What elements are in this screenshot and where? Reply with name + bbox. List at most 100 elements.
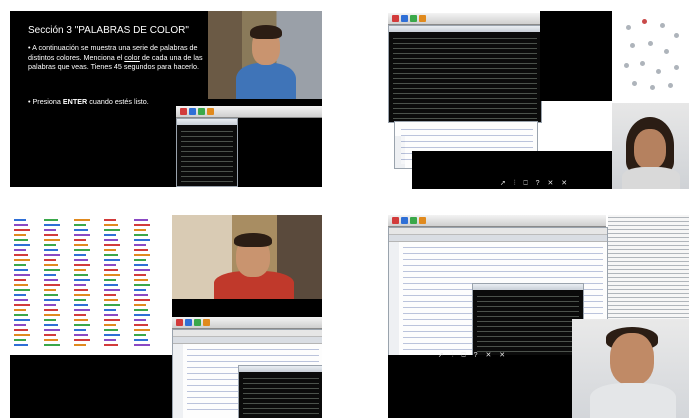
terminal-window[interactable] <box>238 365 322 418</box>
color-word <box>134 249 148 251</box>
app-icon[interactable] <box>392 217 399 224</box>
color-word <box>44 334 56 336</box>
terminal-window[interactable] <box>388 25 542 123</box>
color-word <box>74 244 88 246</box>
color-word <box>14 304 30 306</box>
color-word <box>104 234 116 236</box>
color-word <box>104 299 118 301</box>
person-torso <box>236 63 296 99</box>
editor-menubar[interactable] <box>389 228 607 235</box>
color-word <box>134 244 146 246</box>
color-word <box>104 319 120 321</box>
color-word <box>134 234 148 236</box>
color-word <box>44 219 58 221</box>
panel-top-right: ➚ ⫶ ⎕ ? ✕ ✕ <box>388 11 689 189</box>
color-word <box>74 259 88 261</box>
dot <box>626 25 631 30</box>
terminal-titlebar[interactable] <box>473 284 583 290</box>
terminal-titlebar[interactable] <box>389 26 541 32</box>
color-word <box>74 269 86 271</box>
color-word <box>14 239 28 241</box>
app-icon[interactable] <box>203 319 210 326</box>
color-word <box>44 264 58 266</box>
dark-area <box>10 355 176 418</box>
app-icon[interactable] <box>180 108 187 115</box>
app-icon[interactable] <box>176 319 183 326</box>
color-word <box>134 309 148 311</box>
app-icon[interactable] <box>401 15 408 22</box>
color-word <box>74 319 88 321</box>
dot <box>648 41 653 46</box>
color-word <box>74 334 88 336</box>
color-word <box>44 274 56 276</box>
color-word <box>14 309 26 311</box>
color-word <box>104 249 116 251</box>
color-word <box>104 329 118 331</box>
color-word <box>134 269 150 271</box>
color-word <box>134 324 148 326</box>
app-icon[interactable] <box>410 15 417 22</box>
app-icon[interactable] <box>185 319 192 326</box>
person-hair <box>250 25 282 39</box>
color-word <box>14 284 28 286</box>
color-word <box>44 279 58 281</box>
color-word <box>44 299 60 301</box>
editor-menubar[interactable] <box>173 330 322 337</box>
color-word <box>44 344 60 346</box>
person-hair <box>234 233 272 247</box>
terminal-titlebar[interactable] <box>239 366 322 372</box>
video-controls[interactable]: ➚ ⫶ ⎕ ? ✕ ✕ <box>438 351 508 360</box>
color-word <box>104 289 120 291</box>
panel-bottom-left <box>10 215 322 418</box>
color-word <box>134 344 150 346</box>
color-word <box>44 239 60 241</box>
dot <box>642 19 647 24</box>
color-word <box>14 249 26 251</box>
editor-toolbar[interactable] <box>173 337 322 344</box>
color-word <box>104 294 116 296</box>
desktop-taskbar <box>176 106 322 118</box>
person-torso <box>622 167 680 189</box>
webcam-feed <box>572 319 689 418</box>
app-icon[interactable] <box>207 108 214 115</box>
color-word <box>44 329 60 331</box>
app-icon[interactable] <box>401 217 408 224</box>
desktop-taskbar <box>388 215 606 227</box>
color-word <box>14 339 26 341</box>
enter-prefix: • Presiona <box>28 97 63 106</box>
terminal-titlebar[interactable] <box>177 119 237 125</box>
color-word <box>14 269 28 271</box>
dot <box>668 83 673 88</box>
dot <box>650 85 655 90</box>
color-word <box>44 269 60 271</box>
color-word <box>44 254 60 256</box>
video-controls[interactable]: ➚ ⫶ ⎕ ? ✕ ✕ <box>500 179 570 188</box>
color-word <box>104 224 118 226</box>
color-word <box>44 289 56 291</box>
webcam-feed <box>172 215 322 299</box>
app-icon[interactable] <box>410 217 417 224</box>
color-word <box>134 304 146 306</box>
terminal-window[interactable] <box>472 283 584 359</box>
app-icon[interactable] <box>194 319 201 326</box>
color-word <box>14 259 30 261</box>
enter-suffix: cuando estés listo. <box>87 97 149 106</box>
color-word <box>14 234 26 236</box>
person-face <box>634 129 666 169</box>
app-icon[interactable] <box>392 15 399 22</box>
app-icon[interactable] <box>419 15 426 22</box>
terminal-window[interactable] <box>176 118 238 187</box>
app-icon[interactable] <box>189 108 196 115</box>
dot <box>630 43 635 48</box>
color-word <box>74 329 86 331</box>
editor-toolbar[interactable] <box>389 235 607 242</box>
color-word <box>44 304 56 306</box>
app-icon[interactable] <box>198 108 205 115</box>
color-word <box>74 234 90 236</box>
color-word <box>14 289 30 291</box>
color-word-grid <box>14 219 164 353</box>
console-area <box>388 355 572 418</box>
color-word <box>134 229 146 231</box>
color-word <box>104 324 116 326</box>
app-icon[interactable] <box>419 217 426 224</box>
